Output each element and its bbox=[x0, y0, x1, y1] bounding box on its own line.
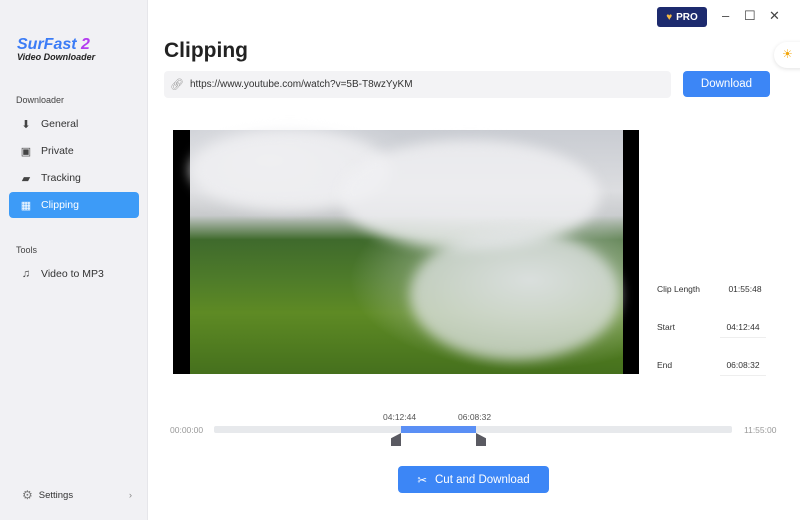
page-title: Clipping bbox=[164, 39, 248, 62]
sidebar: SurFast 2 Video Downloader Downloader ⬇ G… bbox=[0, 0, 148, 520]
download-icon: ⬇ bbox=[21, 118, 31, 131]
sidebar-item-video-to-mp3[interactable]: ♫ Video to MP3 bbox=[9, 261, 139, 287]
end-input[interactable]: 06:08:32 bbox=[720, 360, 766, 376]
sidebar-item-private[interactable]: ▣ Private bbox=[9, 138, 139, 164]
settings-button[interactable]: ⚙ Settings › bbox=[22, 488, 132, 502]
end-handle[interactable] bbox=[476, 433, 486, 446]
sidebar-item-clipping[interactable]: ▦ Clipping bbox=[9, 192, 139, 218]
selection-start-time: 04:12:44 bbox=[383, 412, 417, 422]
start-input[interactable]: 04:12:44 bbox=[720, 322, 766, 338]
sidebar-item-tracking[interactable]: ▰ Tracking bbox=[9, 165, 139, 191]
sidebar-item-general[interactable]: ⬇ General bbox=[9, 111, 139, 137]
music-icon: ♫ bbox=[21, 268, 31, 280]
tracking-icon: ▰ bbox=[21, 172, 31, 185]
section-tools: Tools bbox=[16, 245, 38, 255]
timeline-min: 00:00:00 bbox=[170, 425, 204, 435]
download-button[interactable]: Download bbox=[683, 71, 770, 97]
maximize-button[interactable]: ☐ bbox=[744, 8, 756, 24]
start-handle[interactable] bbox=[391, 433, 401, 446]
clip-length-label: Clip Length bbox=[657, 284, 701, 294]
pro-button[interactable]: ♥ PRO bbox=[657, 7, 707, 27]
cut-and-download-button[interactable]: ✂ Cut and Download bbox=[398, 466, 549, 493]
minimize-button[interactable]: – bbox=[722, 8, 729, 23]
close-button[interactable]: ✕ bbox=[769, 8, 780, 24]
clip-icon: ▦ bbox=[20, 199, 32, 212]
private-icon: ▣ bbox=[20, 145, 32, 158]
link-icon: 🔗︎ bbox=[170, 79, 184, 91]
video-preview[interactable] bbox=[173, 130, 639, 374]
logo-subtitle: Video Downloader bbox=[17, 52, 96, 62]
start-label: Start bbox=[657, 322, 675, 332]
lightbulb-icon[interactable]: ☀ bbox=[774, 42, 800, 68]
gear-icon: ⚙ bbox=[22, 488, 33, 502]
diamond-icon: ♥ bbox=[666, 11, 673, 23]
selection-end-time: 06:08:32 bbox=[458, 412, 492, 422]
end-label: End bbox=[657, 360, 673, 370]
video-frame bbox=[190, 130, 623, 374]
clip-length-value: 01:55:48 bbox=[728, 284, 762, 294]
scissors-icon: ✂ bbox=[417, 474, 427, 487]
section-downloader: Downloader bbox=[16, 95, 65, 105]
chevron-right-icon: › bbox=[128, 489, 132, 501]
url-input[interactable]: 🔗︎ https://www.youtube.com/watch?v=5B-T8w… bbox=[164, 71, 671, 98]
timeline-max: 11:55:00 bbox=[744, 425, 777, 435]
timeline-selection[interactable] bbox=[401, 426, 476, 433]
